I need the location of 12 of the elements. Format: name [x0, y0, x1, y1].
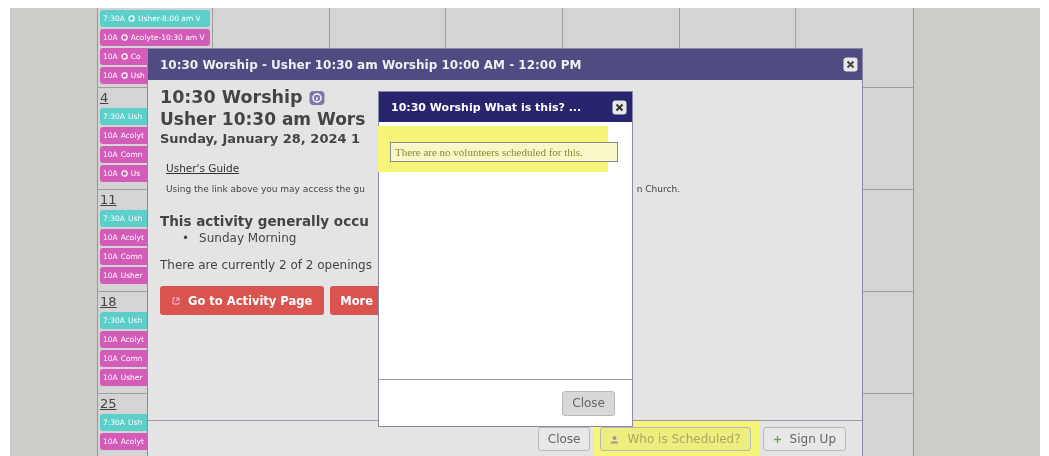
- activity-heading: 10:30 Worship: [160, 86, 303, 108]
- date-text: Sunday, January 28, 2024 1: [160, 130, 361, 148]
- openings-text: There are currently 2 of 2 openings: [160, 258, 372, 272]
- modal-title: 10:30 Worship - Usher 10:30 am Worship 10:00 AM - 12:00 PM: [160, 57, 582, 72]
- message-box: There are no volunteers scheduled for this.: [390, 142, 618, 162]
- description-text: n Church.: [636, 184, 680, 194]
- occurs-heading: This activity generally occu: [160, 212, 369, 230]
- dialog-title: 10:30 Worship What is this? ...: [391, 100, 582, 114]
- role-heading: Usher 10:30 am Wors: [160, 108, 366, 130]
- description-text: Using the link above you may access the gu: [166, 184, 366, 194]
- occurrence-item: Sunday Morning: [199, 230, 297, 246]
- bullet: •: [182, 230, 190, 246]
